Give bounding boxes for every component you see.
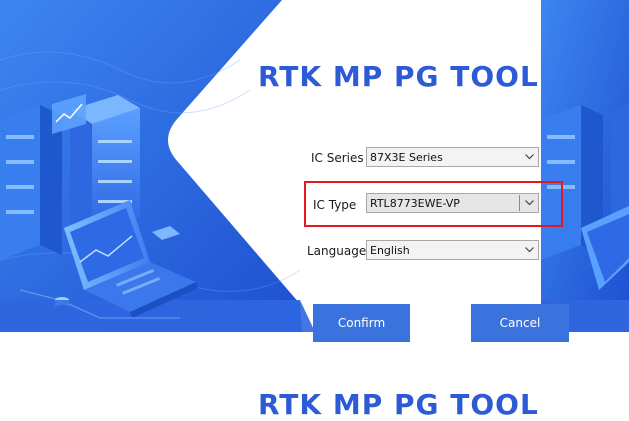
app-title: RTK MP PG TOOL xyxy=(258,60,539,93)
chevron-down-icon[interactable] xyxy=(520,241,538,259)
language-select[interactable]: English xyxy=(366,240,539,260)
confirm-button[interactable]: Confirm xyxy=(313,304,410,342)
ic-series-value: 87X3E Series xyxy=(370,151,443,164)
ic-type-value: RTL8773EWE-VP xyxy=(370,197,460,210)
language-value: English xyxy=(370,244,410,257)
ic-type-select[interactable]: RTL8773EWE-VP xyxy=(366,193,539,213)
ic-type-label: IC Type xyxy=(313,198,357,212)
chevron-down-icon[interactable] xyxy=(520,194,538,212)
ic-series-select[interactable]: 87X3E Series xyxy=(366,147,539,167)
language-label: Language xyxy=(307,244,367,258)
ic-series-label: IC Series xyxy=(311,151,364,165)
cancel-button[interactable]: Cancel xyxy=(471,304,569,342)
chevron-down-icon[interactable] xyxy=(520,148,538,166)
